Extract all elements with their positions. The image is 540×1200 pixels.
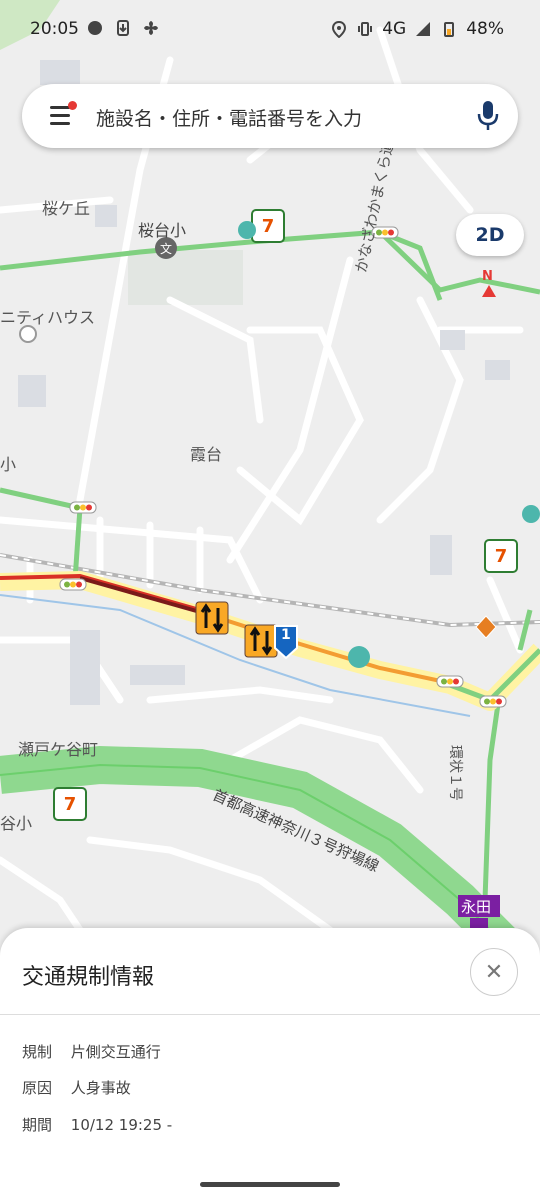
map-label-setogaya: 瀬戸ケ谷町 [18, 740, 99, 759]
info-key: 期間 [22, 1116, 53, 1134]
status-right: 4G 48% [330, 19, 504, 39]
location-icon [332, 20, 347, 38]
info-row-cause: 原因 人身事故 [22, 1077, 131, 1098]
notification-icon [88, 21, 102, 35]
microphone-icon[interactable] [476, 99, 500, 133]
search-bar[interactable]: 施設名・住所・電話番号を入力 [22, 84, 518, 148]
map-label-kasumidai: 霞台 [190, 445, 223, 464]
info-row-period: 期間 10/12 19:25 - [22, 1114, 172, 1135]
close-button[interactable]: ✕ [470, 948, 518, 996]
map-label-school-left: 小 [0, 455, 17, 474]
map-label-nagata[interactable]: 永田 [461, 896, 491, 917]
search-input[interactable]: 施設名・住所・電話番号を入力 [96, 104, 362, 131]
notification-dot [68, 101, 77, 110]
route-shield-label: 1 [281, 627, 291, 643]
close-icon: ✕ [484, 959, 504, 985]
svg-text:7: 7 [495, 546, 508, 567]
battery-icon [444, 22, 455, 37]
status-time: 20:05 [30, 19, 79, 39]
home-indicator[interactable] [200, 1182, 340, 1187]
sheet-divider [0, 1014, 540, 1015]
fan-icon [144, 21, 158, 35]
traffic-regulation-sheet: 交通規制情報 ✕ 規制 片側交互通行 原因 人身事故 期間 10/12 19:2… [0, 928, 540, 1200]
status-bar: 20:05 4G 48% [0, 0, 540, 60]
vibrate-icon [358, 22, 373, 36]
status-network: 4G [382, 19, 407, 39]
info-key: 規制 [22, 1043, 53, 1061]
info-value: 片側交互通行 [70, 1043, 161, 1061]
info-value: 10/12 19:25 - [70, 1116, 173, 1134]
map-label-sakuragaoka: 桜ケ丘 [42, 199, 91, 218]
svg-text:文: 文 [160, 241, 172, 256]
sheet-title: 交通規制情報 [22, 965, 155, 990]
svg-text:7: 7 [262, 216, 275, 237]
info-row-regulation: 規制 片側交互通行 [22, 1041, 161, 1062]
map-label-sakuradai-school[interactable]: 桜台小 [138, 217, 186, 241]
map-label-nity-house[interactable]: ニティハウス [0, 304, 95, 328]
map-label-kanjo1: 環状１号 [447, 745, 463, 801]
info-value: 人身事故 [70, 1079, 131, 1097]
info-key: 原因 [22, 1079, 53, 1097]
map-label-tani-school: 谷小 [0, 814, 33, 833]
compass-north-label[interactable]: N [482, 269, 493, 284]
status-left-icons [86, 19, 160, 37]
signal-icon [416, 22, 431, 36]
view-mode-2d-button[interactable]: 2D [456, 214, 524, 256]
status-battery: 48% [466, 19, 504, 39]
download-icon [117, 20, 129, 36]
svg-text:7: 7 [64, 794, 77, 815]
